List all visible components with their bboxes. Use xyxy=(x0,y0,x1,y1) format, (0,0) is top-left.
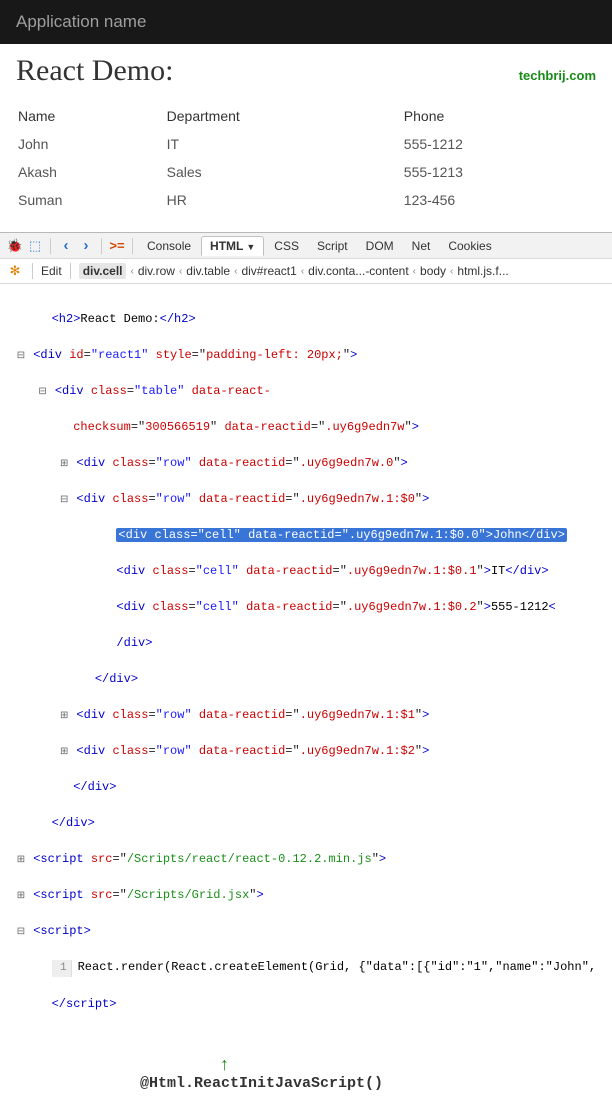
col-phone: Phone xyxy=(402,102,596,130)
table-row: John IT 555-1212 xyxy=(16,130,596,158)
page-title: React Demo: xyxy=(16,54,173,88)
chevron-left-icon: ‹ xyxy=(450,266,453,277)
inspect-icon[interactable]: ⬚ xyxy=(26,237,44,255)
separator xyxy=(101,238,102,254)
breadcrumb[interactable]: div.cell xyxy=(79,263,127,279)
breadcrumb[interactable]: body xyxy=(420,264,446,278)
devtools-panel: 🐞 ⬚ ‹ › >‍= Console HTML▼ CSS Script DOM… xyxy=(0,232,612,1057)
tab-net[interactable]: Net xyxy=(404,237,439,255)
breadcrumb[interactable]: html.js.f... xyxy=(457,264,508,278)
tab-dom[interactable]: DOM xyxy=(358,237,402,255)
page-content: React Demo: techbrij.com Name Department… xyxy=(0,44,612,218)
table-row: Suman HR 123-456 xyxy=(16,186,596,214)
table-row: Akash Sales 555-1213 xyxy=(16,158,596,186)
col-dept: Department xyxy=(165,102,402,130)
expand-icon[interactable]: ⊞ xyxy=(59,709,69,724)
collapse-icon[interactable]: ⊟ xyxy=(16,925,26,940)
chevron-left-icon: ‹ xyxy=(179,266,182,277)
chevron-left-icon: ‹ xyxy=(301,266,304,277)
app-name: Application name xyxy=(16,12,146,31)
devtools-subtoolbar: ✻ Edit div.cell ‹ div.row ‹ div.table ‹ … xyxy=(0,259,612,284)
separator xyxy=(132,238,133,254)
arrow-annotation-icon: ↑ xyxy=(220,1057,612,1071)
tab-css[interactable]: CSS xyxy=(266,237,307,255)
breadcrumb[interactable]: div.conta...-content xyxy=(308,264,409,278)
breadcrumb[interactable]: div#react1 xyxy=(241,264,296,278)
breadcrumb[interactable]: div.table xyxy=(186,264,230,278)
separator xyxy=(70,263,71,279)
collapse-icon[interactable]: ⊟ xyxy=(38,385,48,400)
app-header: Application name xyxy=(0,0,612,44)
back-icon[interactable]: ‹ xyxy=(57,237,75,255)
chevron-left-icon: ‹ xyxy=(130,266,133,277)
data-table: Name Department Phone John IT 555-1212 A… xyxy=(16,102,596,214)
expand-icon[interactable]: ⊞ xyxy=(16,889,26,904)
tab-console[interactable]: Console xyxy=(139,237,199,255)
tab-cookies[interactable]: Cookies xyxy=(440,237,499,255)
tab-script[interactable]: Script xyxy=(309,237,356,255)
collapse-icon[interactable]: ⊟ xyxy=(59,493,69,508)
line-number: 1 xyxy=(52,960,72,977)
selected-node[interactable]: <div class="cell" data-reactid=".uy6g9ed… xyxy=(116,528,567,542)
forward-icon[interactable]: › xyxy=(77,237,95,255)
devtools-toolbar: 🐞 ⬚ ‹ › >‍= Console HTML▼ CSS Script DOM… xyxy=(0,233,612,259)
edit-icon[interactable]: ✻ xyxy=(6,262,24,280)
console-prompt-icon[interactable]: >‍= xyxy=(108,237,126,255)
separator xyxy=(32,263,33,279)
expand-icon[interactable]: ⊞ xyxy=(59,745,69,760)
col-name: Name xyxy=(16,102,165,130)
firebug-icon[interactable]: 🐞 xyxy=(6,237,24,255)
html-source-panel[interactable]: <h2>React Demo:</h2> ⊟ <div id="react1" … xyxy=(0,284,612,1057)
collapse-icon[interactable]: ⊟ xyxy=(16,349,26,364)
annotation-text: @Html.ReactInitJavaScript() xyxy=(140,1071,612,1102)
separator xyxy=(50,238,51,254)
chevron-down-icon: ▼ xyxy=(246,242,255,252)
tab-html[interactable]: HTML▼ xyxy=(201,236,264,256)
chevron-left-icon: ‹ xyxy=(234,266,237,277)
chevron-left-icon: ‹ xyxy=(413,266,416,277)
edit-button[interactable]: Edit xyxy=(41,264,62,278)
expand-icon[interactable]: ⊞ xyxy=(59,457,69,472)
expand-icon[interactable]: ⊞ xyxy=(16,853,26,868)
brand-link[interactable]: techbrij.com xyxy=(519,68,596,83)
breadcrumb[interactable]: div.row xyxy=(138,264,175,278)
